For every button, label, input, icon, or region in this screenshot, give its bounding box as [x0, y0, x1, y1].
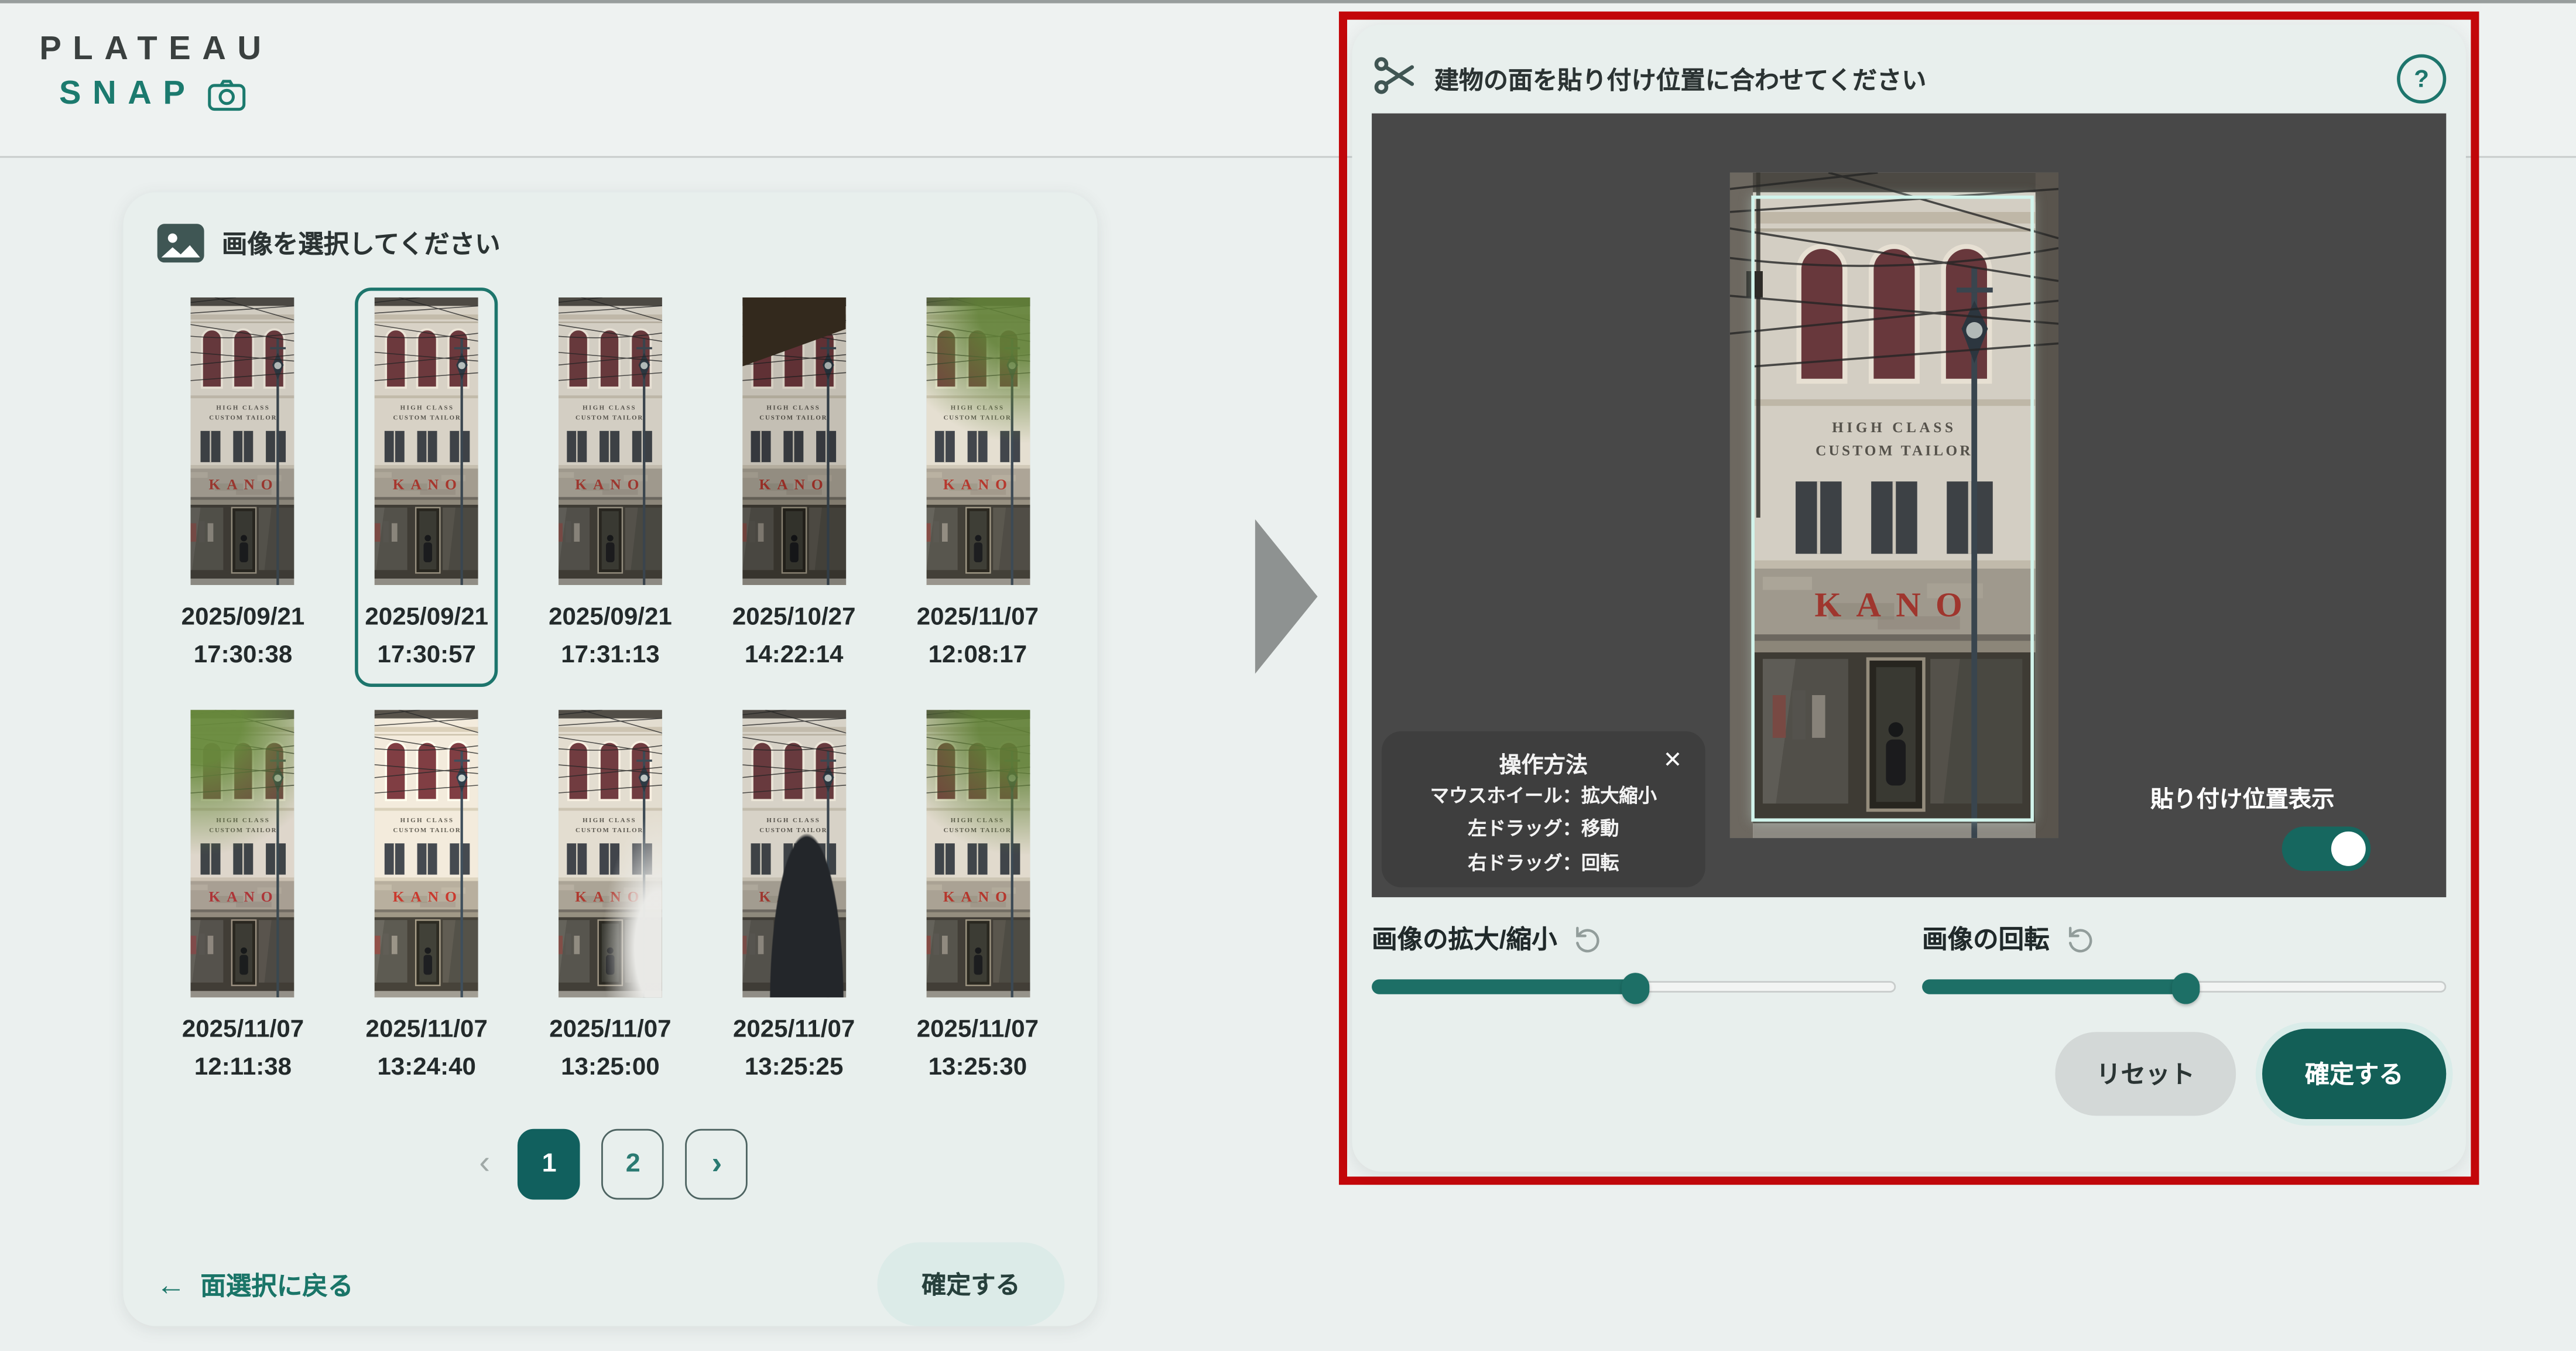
zoom-slider[interactable]	[1372, 971, 1896, 1004]
chevron-right-icon: ›	[711, 1147, 722, 1182]
thumbnail-photo	[559, 710, 662, 998]
thumbnail-date: 2025/11/07	[732, 1015, 855, 1044]
thumbnail-photo	[375, 297, 479, 585]
thumbnail-time: 12:11:38	[194, 1052, 292, 1081]
thumbnail-photo	[926, 297, 1030, 585]
face-align-panel: 建物の面を貼り付け位置に合わせてください ? 操作方法 ✕ マウスホイール：拡大…	[1352, 25, 2466, 1172]
camera-icon	[206, 78, 245, 111]
image-select-title: 画像を選択してください	[221, 231, 501, 260]
thumbnail-photo	[559, 297, 662, 585]
pagination: ‹ 1 2 ›	[156, 1128, 1065, 1200]
highlight-annotation-frame: 建物の面を貼り付け位置に合わせてください ? 操作方法 ✕ マウスホイール：拡大…	[1338, 11, 2479, 1185]
thumbnail-item[interactable]: 2025/11/07 13:24:40	[356, 700, 498, 1099]
image-icon	[156, 222, 205, 265]
thumbnail-timestamp: 2025/11/07 13:25:25	[733, 1013, 855, 1086]
help-icon[interactable]: ?	[2397, 54, 2447, 104]
plateau-snap-app: PLATEAU SNAP 画像を選択してください 2025/09/21 17:3…	[0, 0, 2576, 1351]
zoom-slider-label: 画像の拡大/縮小	[1372, 926, 1557, 955]
image-select-panel: 画像を選択してください 2025/09/21 17:30:38 2025/09/…	[123, 192, 1098, 1326]
thumbnail-photo	[375, 710, 479, 998]
panel-arrow-icon	[1255, 519, 1318, 674]
thumbnail-photo	[191, 297, 295, 585]
thumbnail-timestamp: 2025/11/07 13:25:00	[549, 1013, 671, 1086]
thumbnail-timestamp: 2025/11/07 13:24:40	[366, 1013, 488, 1086]
zoom-slider-group: 画像の拡大/縮小	[1372, 920, 1896, 1004]
thumbnail-item[interactable]: 2025/11/07 12:08:17	[907, 288, 1049, 687]
thumbnail-date: 2025/11/07	[916, 1015, 1039, 1044]
pagination-prev-icon[interactable]: ‹	[472, 1145, 496, 1184]
thumbnail-time: 13:25:25	[744, 1052, 844, 1081]
tooltip-title: 操作方法	[1499, 753, 1588, 778]
thumbnail-timestamp: 2025/09/21 17:31:13	[549, 600, 672, 673]
thumbnail-date: 2025/09/21	[365, 603, 489, 631]
brand-snap: SNAP	[59, 76, 197, 112]
scissors-icon	[1372, 52, 1418, 106]
paste-position-toggle[interactable]	[2282, 826, 2371, 871]
thumbnail-photo	[742, 710, 846, 998]
thumbnail-date: 2025/10/27	[732, 603, 856, 631]
thumbnail-item[interactable]: 2025/11/07 13:25:30	[907, 700, 1049, 1099]
rotation-slider-group: 画像の回転	[1922, 920, 2447, 1004]
rotation-slider-label: 画像の回転	[1922, 926, 2050, 955]
thumbnail-date: 2025/09/21	[549, 603, 672, 631]
tooltip-line: 左ドラッグ：移動	[1468, 820, 1619, 841]
thumbnail-item[interactable]: 2025/09/21 17:31:13	[539, 288, 681, 687]
thumbnail-time: 12:08:17	[928, 639, 1027, 668]
thumbnail-timestamp: 2025/10/27 14:22:14	[732, 600, 856, 673]
pagination-page-2[interactable]: 2	[601, 1128, 664, 1200]
confirm-align-button[interactable]: 確定する	[2262, 1028, 2447, 1119]
reset-button[interactable]: リセット	[2055, 1032, 2236, 1116]
thumbnail-time: 13:25:30	[928, 1052, 1027, 1081]
thumbnail-date: 2025/09/21	[181, 603, 305, 631]
thumbnail-item[interactable]: 2025/10/27 14:22:14	[722, 288, 865, 687]
thumbnail-item[interactable]: 2025/09/21 17:30:38	[172, 288, 314, 687]
pagination-page-1[interactable]: 1	[518, 1128, 581, 1200]
reset-zoom-icon[interactable]	[1572, 923, 1603, 954]
tooltip-line: 右ドラッグ：回転	[1468, 854, 1619, 874]
face-align-title: 建物の面を貼り付け位置に合わせてください	[1434, 66, 1927, 95]
thumbnail-timestamp: 2025/11/07 12:11:38	[182, 1013, 304, 1086]
paste-position-toggle-label: 貼り付け位置表示	[2150, 785, 2335, 812]
thumbnail-date: 2025/11/07	[916, 603, 1039, 631]
controls-tooltip: 操作方法 ✕ マウスホイール：拡大縮小 左ドラッグ：移動 右ドラッグ：回転	[1381, 731, 1705, 888]
thumbnail-photo	[926, 710, 1030, 998]
thumbnail-timestamp: 2025/11/07 12:08:17	[917, 600, 1039, 673]
thumbnail-timestamp: 2025/09/21 17:30:38	[181, 600, 305, 673]
thumbnail-timestamp: 2025/11/07 13:25:30	[917, 1013, 1039, 1086]
back-to-face-select-link[interactable]: ← 面選択に戻る	[156, 1266, 354, 1302]
thumbnail-time: 13:25:00	[561, 1052, 660, 1081]
paste-position-rect	[1751, 195, 2034, 822]
thumbnail-time: 17:30:57	[377, 639, 476, 668]
thumbnail-date: 2025/11/07	[549, 1015, 672, 1044]
tooltip-line: マウスホイール：拡大縮小	[1430, 787, 1657, 807]
thumbnail-time: 17:31:13	[561, 639, 660, 668]
thumbnail-date: 2025/11/07	[365, 1015, 488, 1044]
thumbnail-item[interactable]: 2025/11/07 12:11:38	[172, 700, 314, 1099]
thumbnail-time: 13:24:40	[377, 1052, 476, 1081]
close-icon[interactable]: ✕	[1663, 746, 1683, 774]
thumbnail-item[interactable]: 2025/11/07 13:25:25	[723, 700, 865, 1099]
thumbnail-time: 17:30:38	[193, 639, 293, 668]
brand-logo: PLATEAU SNAP	[39, 30, 272, 115]
thumbnail-photo	[191, 710, 295, 998]
confirm-selection-button[interactable]: 確定する	[877, 1242, 1065, 1326]
thumbnail-timestamp: 2025/09/21 17:30:57	[365, 600, 488, 673]
brand-plateau: PLATEAU	[39, 31, 273, 68]
thumbnail-item[interactable]: 2025/11/07 13:25:00	[539, 700, 681, 1099]
thumbnail-photo	[742, 297, 846, 585]
thumbnail-date: 2025/11/07	[181, 1015, 304, 1044]
pagination-next-button[interactable]: ›	[686, 1128, 748, 1200]
back-link-label: 面選択に戻る	[200, 1273, 354, 1301]
thumbnail-grid: 2025/09/21 17:30:38 2025/09/21 17:30:57 …	[156, 288, 1065, 1099]
align-canvas[interactable]: 操作方法 ✕ マウスホイール：拡大縮小 左ドラッグ：移動 右ドラッグ：回転 貼り…	[1372, 113, 2447, 898]
reset-rotation-icon[interactable]	[2064, 923, 2095, 954]
paste-position-toggle-group: 貼り付け位置表示	[2150, 782, 2371, 871]
thumbnail-item[interactable]: 2025/09/21 17:30:57	[355, 288, 498, 687]
arrow-left-icon: ←	[156, 1267, 186, 1301]
rotation-slider[interactable]	[1922, 971, 2447, 1004]
thumbnail-time: 14:22:14	[744, 639, 844, 668]
